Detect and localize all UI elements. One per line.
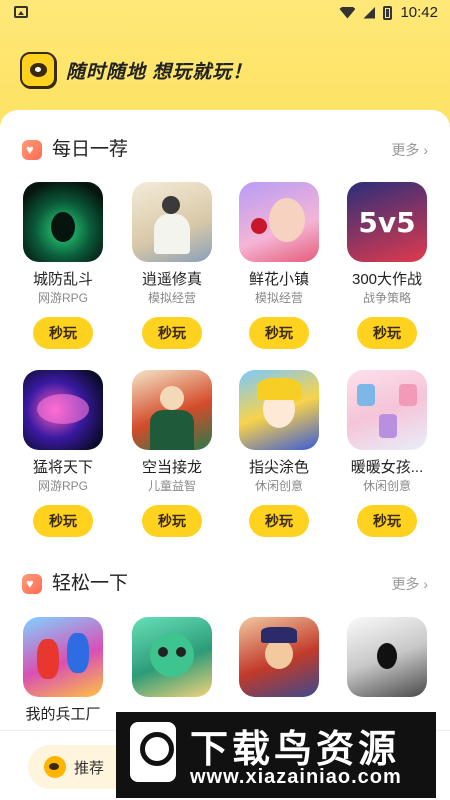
game-icon-text: 5v5 [358,206,416,239]
game-card[interactable]: 鲜花小镇 模拟经营 秒玩 [229,182,329,349]
more-link[interactable]: 更多 › [391,574,428,594]
play-button[interactable]: 秒玩 [357,505,417,537]
watermark-title: 下载鸟资源 [190,729,401,771]
banner: 随时随地 想玩就玩！ [20,52,252,88]
game-icon[interactable] [347,617,427,697]
game-icon[interactable] [132,182,212,262]
battery-icon [383,5,393,20]
game-name: 我的兵工厂 [25,706,101,723]
game-card[interactable]: 我的兵工厂 [13,617,113,724]
watermark-logo-icon [130,722,176,782]
game-icon[interactable] [23,370,103,450]
more-link[interactable]: 更多 › [391,140,428,160]
game-card[interactable]: 空当接龙 儿童益智 秒玩 [122,370,222,537]
game-name: 空当接龙 [141,459,202,476]
daily-section-header: 每日一荐 更多 › [22,138,428,162]
game-name: 城防乱斗 [32,271,93,288]
game-icon[interactable] [23,182,103,262]
signal-icon [363,6,376,19]
game-card[interactable]: 暖暖女孩... 休闲创意 秒玩 [337,370,437,537]
game-category: 战争策略 [362,291,411,305]
game-name: 指尖涂色 [248,459,309,476]
play-button[interactable]: 秒玩 [249,317,309,349]
play-button[interactable]: 秒玩 [249,505,309,537]
game-category: 网游RPG [37,479,88,493]
game-name: 鲜花小镇 [248,271,309,288]
content-card: 每日一荐 更多 › 城防乱斗 网游RPG 秒玩 逍遥修真 模拟经营 秒玩 [0,110,450,800]
game-category: 儿童益智 [147,479,196,493]
game-icon[interactable] [239,182,319,262]
game-card[interactable] [229,617,329,706]
game-card[interactable]: 5v5 300大作战 战争策略 秒玩 [337,182,437,349]
game-name: 逍遥修真 [141,271,202,288]
tab-label: 推荐 [74,759,105,777]
relax-section-header: 轻松一下 更多 › [22,572,428,596]
game-icon[interactable] [347,370,427,450]
game-category: 模拟经营 [254,291,303,305]
recommend-icon [44,756,66,778]
section-title: 每日一荐 [52,139,129,160]
game-category: 模拟经营 [147,291,196,305]
game-card[interactable]: 猛将天下 网游RPG 秒玩 [13,370,113,537]
clock: 10:42 [400,4,438,21]
game-name: 300大作战 [351,271,423,288]
game-category: 网游RPG [37,291,88,305]
game-icon[interactable] [132,370,212,450]
play-button[interactable]: 秒玩 [33,317,93,349]
game-card[interactable]: 指尖涂色 休闲创意 秒玩 [229,370,329,537]
play-button[interactable]: 秒玩 [142,505,202,537]
play-button[interactable]: 秒玩 [33,505,93,537]
status-bar: 10:42 [0,0,450,26]
watermark-url: www.xiazainiao.com [190,766,402,788]
game-category: 休闲创意 [362,479,411,493]
slogan: 随时随地 想玩就玩！ [66,61,253,83]
status-icons: 10:42 [339,4,438,21]
game-card[interactable] [122,617,222,706]
image-notification-icon [14,6,28,18]
heart-icon [22,140,42,160]
section-title: 轻松一下 [52,573,129,594]
game-category: 休闲创意 [254,479,303,493]
game-icon[interactable] [23,617,103,697]
game-icon[interactable] [132,617,212,697]
game-card[interactable]: 逍遥修真 模拟经营 秒玩 [122,182,222,349]
watermark: 下载鸟资源 www.xiazainiao.com [116,712,436,798]
game-name: 暖暖女孩... [350,459,424,476]
heart-icon [22,574,42,594]
game-icon[interactable]: 5v5 [347,182,427,262]
game-card[interactable] [337,617,437,706]
play-button[interactable]: 秒玩 [142,317,202,349]
play-button[interactable]: 秒玩 [357,317,417,349]
app-logo-icon [20,52,56,88]
game-icon[interactable] [239,370,319,450]
game-card[interactable]: 城防乱斗 网游RPG 秒玩 [13,182,113,349]
game-name: 猛将天下 [32,459,93,476]
wifi-icon [339,6,356,19]
game-icon[interactable] [239,617,319,697]
